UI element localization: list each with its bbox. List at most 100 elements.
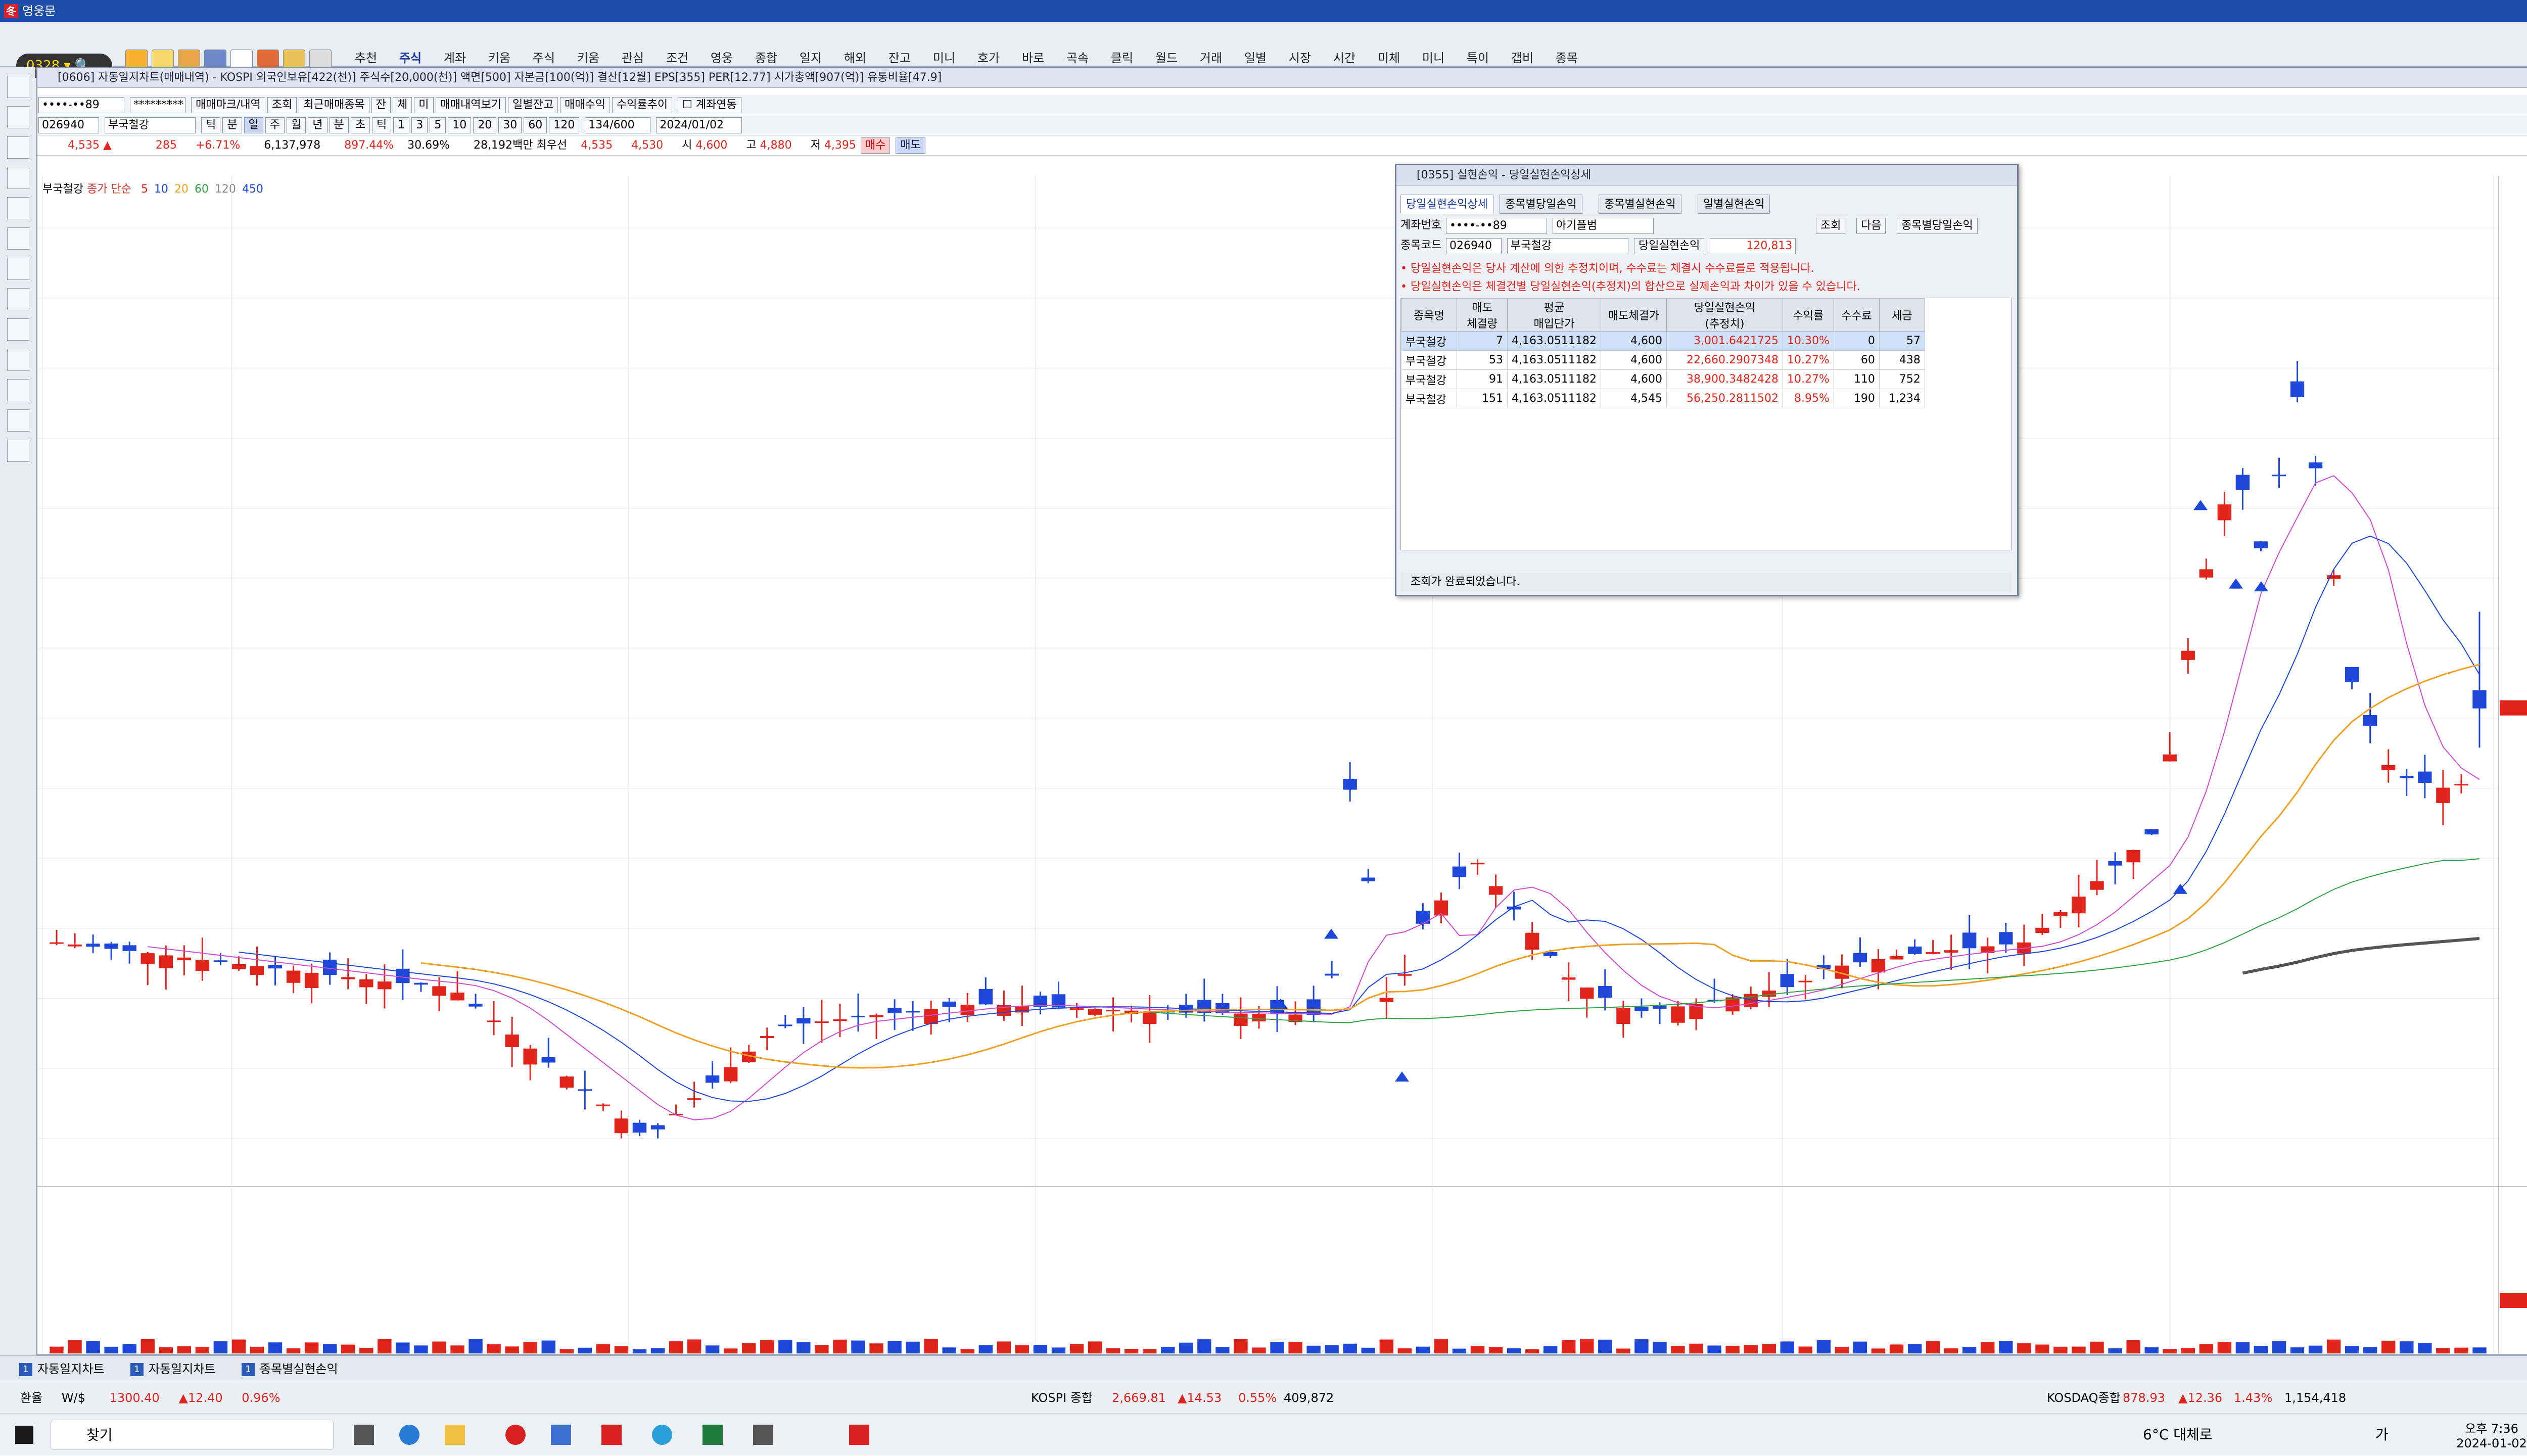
volume-bar[interactable] xyxy=(1999,1341,2013,1353)
volume-bar[interactable] xyxy=(1562,1340,1576,1353)
candle-body[interactable] xyxy=(1106,1010,1120,1012)
candle-body[interactable] xyxy=(2308,462,2323,468)
candle-body[interactable] xyxy=(2181,650,2195,660)
candle-body[interactable] xyxy=(797,1018,811,1024)
volume-bar[interactable] xyxy=(2163,1349,2177,1353)
candle-body[interactable] xyxy=(1361,877,1375,881)
candle-body[interactable] xyxy=(760,1036,774,1039)
candle-body[interactable] xyxy=(2126,850,2140,863)
volume-bar[interactable] xyxy=(1816,1340,1831,1353)
volume-bar[interactable] xyxy=(924,1339,938,1353)
volume-bar[interactable] xyxy=(2345,1346,2359,1353)
table-row[interactable]: 부국철강 151 4,163.0511182 4,545 56,250.2811502 8… xyxy=(1401,389,1925,408)
candle-body[interactable] xyxy=(469,1003,483,1007)
volume-bar[interactable] xyxy=(432,1341,446,1353)
candle-body[interactable] xyxy=(141,953,155,964)
profit-tab[interactable]: 종목별당일손익 xyxy=(1500,195,1582,214)
record-icon[interactable] xyxy=(505,1425,526,1445)
volume-bar[interactable] xyxy=(1707,1345,1721,1353)
volume-bar[interactable] xyxy=(1124,1349,1139,1353)
volume-bar[interactable] xyxy=(1780,1341,1794,1353)
candle-body[interactable] xyxy=(86,944,100,947)
candle-body[interactable] xyxy=(2199,569,2214,578)
edge-icon[interactable] xyxy=(399,1425,419,1445)
candle-body[interactable] xyxy=(2400,776,2414,778)
text-tool-icon[interactable] xyxy=(7,227,29,250)
volume-bar[interactable] xyxy=(1926,1341,1940,1353)
candle-body[interactable] xyxy=(505,1035,519,1048)
volume-bar[interactable] xyxy=(2035,1344,2049,1353)
candle-body[interactable] xyxy=(614,1118,629,1134)
buy-button[interactable]: 매수 xyxy=(860,137,891,154)
candle-body[interactable] xyxy=(2217,504,2232,521)
volume-bar[interactable] xyxy=(2217,1342,2232,1353)
volume-bar[interactable] xyxy=(1343,1343,1357,1353)
volume-bar[interactable] xyxy=(2363,1347,2377,1353)
volume-bar[interactable] xyxy=(213,1341,228,1353)
volume-bar[interactable] xyxy=(2290,1347,2305,1353)
interval-button[interactable]: 3 xyxy=(411,117,428,133)
candle-body[interactable] xyxy=(578,1089,592,1091)
volume-bar[interactable] xyxy=(2181,1348,2195,1353)
volume-bar[interactable] xyxy=(1907,1344,1922,1353)
candle-body[interactable] xyxy=(2272,475,2286,477)
volume-bar[interactable] xyxy=(505,1346,519,1353)
candle-body[interactable] xyxy=(2363,715,2377,726)
volume-bar[interactable] xyxy=(1106,1348,1120,1353)
volume-bar[interactable] xyxy=(1288,1342,1302,1353)
candle-body[interactable] xyxy=(906,1011,920,1013)
volume-bar[interactable] xyxy=(2254,1345,2268,1353)
candle-body[interactable] xyxy=(1671,1006,1685,1023)
volume-bar[interactable] xyxy=(1616,1348,1630,1353)
interval-button[interactable]: 120 xyxy=(549,117,580,133)
candle-body[interactable] xyxy=(687,1098,701,1100)
tab-auto-journal-2[interactable]: 1 자동일지차트 xyxy=(126,1356,215,1382)
volume-bar[interactable] xyxy=(322,1344,337,1353)
candle-body[interactable] xyxy=(2454,784,2468,786)
chart-toolbar-button[interactable]: 일별잔고 xyxy=(508,97,558,113)
settings-tool-icon[interactable] xyxy=(7,136,29,159)
candle-body[interactable] xyxy=(341,977,355,979)
volume-bar[interactable] xyxy=(833,1339,847,1353)
volume-bar[interactable] xyxy=(231,1339,246,1353)
weather-widget[interactable]: 6°C 대체로 xyxy=(2143,1414,2213,1456)
candle-body[interactable] xyxy=(1926,952,1940,954)
account-select[interactable]: ••••-••89 xyxy=(38,97,124,113)
interval-button[interactable]: 30 xyxy=(498,117,522,133)
candle-body[interactable] xyxy=(723,1067,738,1082)
volume-bar[interactable] xyxy=(396,1342,410,1353)
fibonacci-tool-icon[interactable] xyxy=(7,288,29,310)
candle-body[interactable] xyxy=(1069,1008,1084,1010)
chart-toolbar-button[interactable]: 체 xyxy=(393,97,412,113)
volume-bar[interactable] xyxy=(1981,1342,1995,1353)
candle-body[interactable] xyxy=(2235,475,2250,490)
volume-bar[interactable] xyxy=(1234,1339,1248,1353)
candle-body[interactable] xyxy=(2436,787,2450,803)
volume-bar[interactable] xyxy=(887,1341,902,1353)
volume-bar[interactable] xyxy=(1488,1347,1503,1353)
candle-body[interactable] xyxy=(286,970,301,983)
table-row[interactable]: 부국철강 53 4,163.0511182 4,600 22,660.2907348 10… xyxy=(1401,350,1925,370)
period-button[interactable]: 초 xyxy=(350,117,370,133)
candle-body[interactable] xyxy=(1798,980,1813,982)
volume-bar[interactable] xyxy=(723,1348,738,1353)
interval-button[interactable]: 5 xyxy=(430,117,446,133)
volume-bar[interactable] xyxy=(1215,1347,1230,1353)
volume-bar[interactable] xyxy=(2053,1346,2068,1353)
volume-bar[interactable] xyxy=(1543,1346,1558,1353)
candle-body[interactable] xyxy=(833,1019,847,1021)
volume-bar[interactable] xyxy=(1179,1342,1193,1353)
candle-body[interactable] xyxy=(359,979,373,988)
candle-body[interactable] xyxy=(450,992,464,1001)
volume-bar[interactable] xyxy=(1015,1345,1029,1353)
volume-bar[interactable] xyxy=(286,1348,301,1353)
candle-body[interactable] xyxy=(2108,861,2122,866)
chart-toolbar-button[interactable]: 매매마크/내역 xyxy=(191,97,265,113)
volume-bar[interactable] xyxy=(50,1346,64,1353)
candle-body[interactable] xyxy=(2035,927,2049,933)
volume-bar[interactable] xyxy=(2199,1344,2214,1353)
candle-body[interactable] xyxy=(978,989,993,1005)
volume-bar[interactable] xyxy=(997,1341,1011,1353)
candle-body[interactable] xyxy=(632,1122,647,1133)
candle-body[interactable] xyxy=(1397,974,1412,976)
